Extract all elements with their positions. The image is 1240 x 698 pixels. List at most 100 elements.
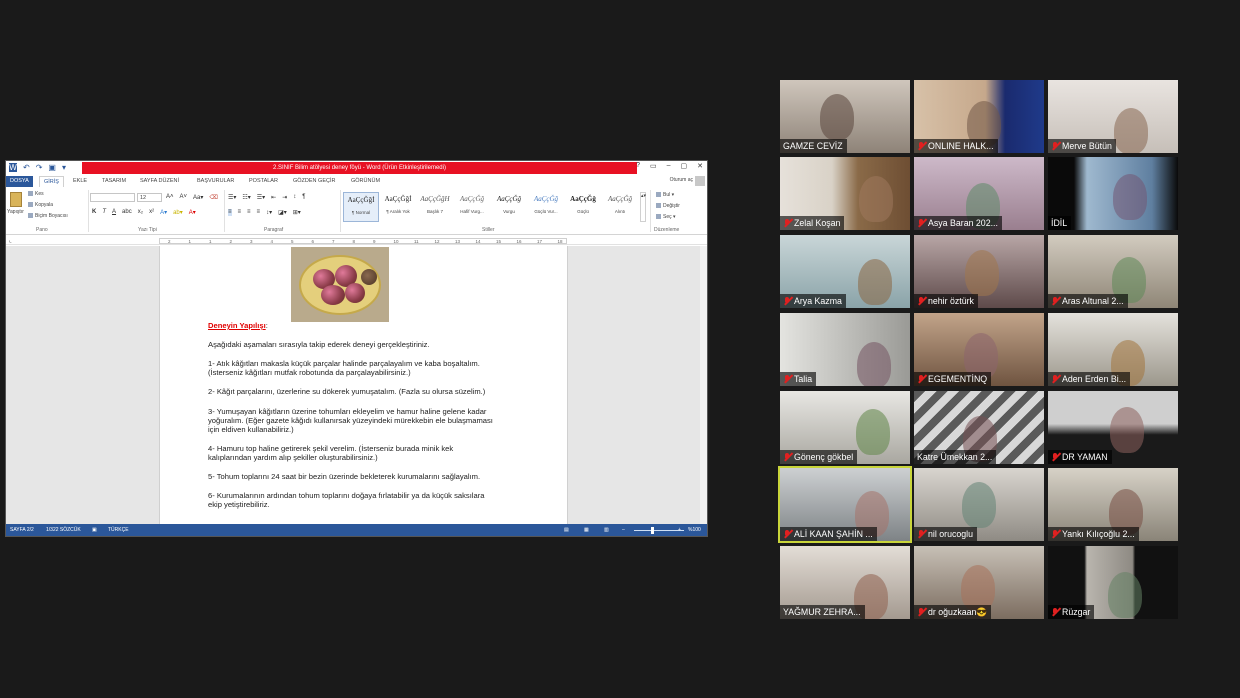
tab-file[interactable]: DOSYA (6, 176, 33, 187)
align-left-icon[interactable]: ≡ (228, 209, 232, 216)
style-subtle-emphasis[interactable]: AaÇçĞğ Hafif Vurg... (454, 192, 490, 222)
zoom-out-icon[interactable]: – (622, 524, 625, 536)
find-button[interactable]: Bul ▾ (656, 192, 674, 198)
tab-insert[interactable]: EKLE (73, 176, 87, 187)
align-center-icon[interactable]: ≡ (238, 209, 242, 216)
participant-tile[interactable]: Arya Kazma (780, 235, 910, 308)
participant-tile[interactable]: GAMZE CEVİZ (780, 80, 910, 153)
customize-toolbar-icon[interactable]: ▾ (62, 163, 66, 172)
borders-icon[interactable]: ⊞▾ (293, 209, 301, 216)
read-mode-icon[interactable]: ▤ (564, 524, 569, 536)
style-strong[interactable]: AaÇçĞğ Güçlü (565, 192, 601, 222)
document-area[interactable]: Deneyin Yapılışı: Aşağıdaki aşamaları sı… (6, 246, 707, 526)
tab-view[interactable]: GÖRÜNÜM (351, 176, 380, 187)
save-icon[interactable]: ▣ (48, 163, 56, 172)
clear-format-icon[interactable]: ⌫ (209, 194, 217, 201)
sign-in-link[interactable]: Oturum aç (670, 177, 693, 183)
participant-tile[interactable]: Talia (780, 313, 910, 386)
change-case-icon[interactable]: Aa▾ (193, 194, 203, 201)
maximize-button[interactable]: ▢ (681, 162, 688, 170)
cut-button[interactable]: Kes (28, 191, 44, 197)
highlight-icon[interactable]: ab▾ (173, 209, 183, 216)
language-indicator[interactable]: TÜRKÇE (108, 524, 129, 536)
participant-tile[interactable]: Katre Ümekkan 2... (914, 391, 1044, 464)
participant-tile[interactable]: Aden Erden Bi... (1048, 313, 1178, 386)
shrink-font-icon[interactable]: A˅ (180, 194, 188, 201)
italic-icon[interactable]: T (102, 209, 106, 216)
participant-tile[interactable]: YAĞMUR ZEHRA... (780, 546, 910, 619)
justify-icon[interactable]: ≡ (257, 209, 261, 216)
pilcrow-icon[interactable]: ¶ (302, 194, 305, 201)
tab-selector-icon[interactable]: ⌞ (9, 237, 12, 244)
participant-tile[interactable]: nil orucoglu (914, 468, 1044, 541)
participant-tile[interactable]: Zelal Koşan (780, 157, 910, 230)
style-quote[interactable]: AaÇçĞğ Alıntı (602, 192, 638, 222)
tab-layout[interactable]: SAYFA DÜZENİ (140, 176, 179, 187)
font-color-icon[interactable]: A▾ (189, 209, 196, 216)
select-button[interactable]: Seç ▾ (656, 214, 676, 220)
print-layout-icon[interactable]: ▦ (584, 524, 589, 536)
strikethrough-icon[interactable]: abc (122, 209, 132, 216)
participant-tile[interactable]: nehir öztürk (914, 235, 1044, 308)
bullets-icon[interactable]: ☰▾ (228, 194, 236, 201)
document-page[interactable]: Deneyin Yapılışı: Aşağıdaki aşamaları sı… (159, 246, 568, 526)
align-right-icon[interactable]: ≡ (247, 209, 251, 216)
participant-tile[interactable]: Aras Altunal 2... (1048, 235, 1178, 308)
page-indicator[interactable]: SAYFA 2/2 (10, 524, 34, 536)
style-intense-emphasis[interactable]: AaÇçĞğ Güçlü Vur... (528, 192, 564, 222)
minimize-button[interactable]: – (667, 162, 671, 170)
bold-icon[interactable]: K (92, 209, 96, 216)
style-emphasis[interactable]: AaÇçĞğ Vurgu (491, 192, 527, 222)
copy-button[interactable]: Kopyala (28, 202, 53, 208)
replace-button[interactable]: Değiştir (656, 203, 680, 209)
participant-tile[interactable]: ALİ KAAN ŞAHİN ... (778, 466, 912, 543)
participant-tile[interactable]: DR YAMAN (1048, 391, 1178, 464)
participant-tile[interactable]: Yankı Kılıçoğlu 2... (1048, 468, 1178, 541)
grow-font-icon[interactable]: A˄ (166, 194, 174, 201)
participant-tile[interactable]: İDİL (1048, 157, 1178, 230)
subscript-icon[interactable]: x₂ (138, 209, 143, 216)
undo-icon[interactable]: ↶ (23, 163, 30, 172)
tab-references[interactable]: BAŞVURULAR (197, 176, 234, 187)
decrease-indent-icon[interactable]: ⇤ (271, 194, 276, 201)
zoom-slider[interactable] (634, 530, 684, 531)
style-normal[interactable]: AaÇçĞğİ ¶ Normal (343, 192, 379, 222)
horizontal-ruler[interactable]: ⌞ 2 1 1 2 3 4 5 6 7 8 9 10 11 12 13 14 15 16 17 18 (6, 236, 707, 245)
line-spacing-icon[interactable]: ↕▾ (266, 209, 272, 216)
style-no-spacing[interactable]: AaÇçĞğİ ¶ Aralık Yok (380, 192, 416, 222)
font-name-box[interactable] (90, 193, 135, 202)
shading-icon[interactable]: ◪▾ (278, 209, 287, 216)
participant-tile[interactable]: dr oğuzkaan😎 (914, 546, 1044, 619)
participant-tile[interactable]: ONLINE HALK... (914, 80, 1044, 153)
word-count[interactable]: 1/322 SÖZCÜK (46, 524, 81, 536)
tab-design[interactable]: TASARIM (102, 176, 126, 187)
participant-tile[interactable]: EGEMENTİNQ (914, 313, 1044, 386)
tab-review[interactable]: GÖZDEN GEÇİR (293, 176, 335, 187)
participant-tile[interactable]: Rüzgar (1048, 546, 1178, 619)
zoom-level[interactable]: %100 (688, 524, 701, 536)
participant-tile[interactable]: Gönenç gökbel (780, 391, 910, 464)
zoom-in-icon[interactable]: + (678, 524, 681, 536)
close-button[interactable]: ✕ (697, 162, 703, 170)
participant-tile[interactable]: Merve Bütün (1048, 80, 1178, 153)
vertical-scrollbar[interactable] (700, 246, 707, 526)
zoom-slider-handle[interactable] (651, 527, 654, 534)
underline-icon[interactable]: A (112, 209, 116, 216)
redo-icon[interactable]: ↷ (36, 163, 43, 172)
paste-button[interactable]: Yapıştır (7, 209, 24, 215)
format-painter-button[interactable]: Biçim Boyacısı (28, 213, 68, 219)
styles-scroll[interactable]: ▴▾ (640, 192, 646, 222)
style-heading-7[interactable]: AaÇçĞğH Başlık 7 (417, 192, 453, 222)
tab-home[interactable]: GİRİŞ (39, 176, 64, 187)
web-layout-icon[interactable]: ▥ (604, 524, 609, 536)
help-icon[interactable]: ? (636, 162, 640, 170)
tab-mailings[interactable]: POSTALAR (249, 176, 278, 187)
font-size-box[interactable]: 12 (137, 193, 162, 202)
account-avatar[interactable] (695, 176, 705, 186)
paste-icon[interactable] (10, 192, 22, 207)
sort-icon[interactable]: ↕ (293, 194, 296, 201)
ribbon-display-icon[interactable]: ▭ (650, 162, 657, 170)
increase-indent-icon[interactable]: ⇥ (282, 194, 287, 201)
superscript-icon[interactable]: x² (149, 209, 154, 216)
participant-tile[interactable]: Asya Baran 202... (914, 157, 1044, 230)
